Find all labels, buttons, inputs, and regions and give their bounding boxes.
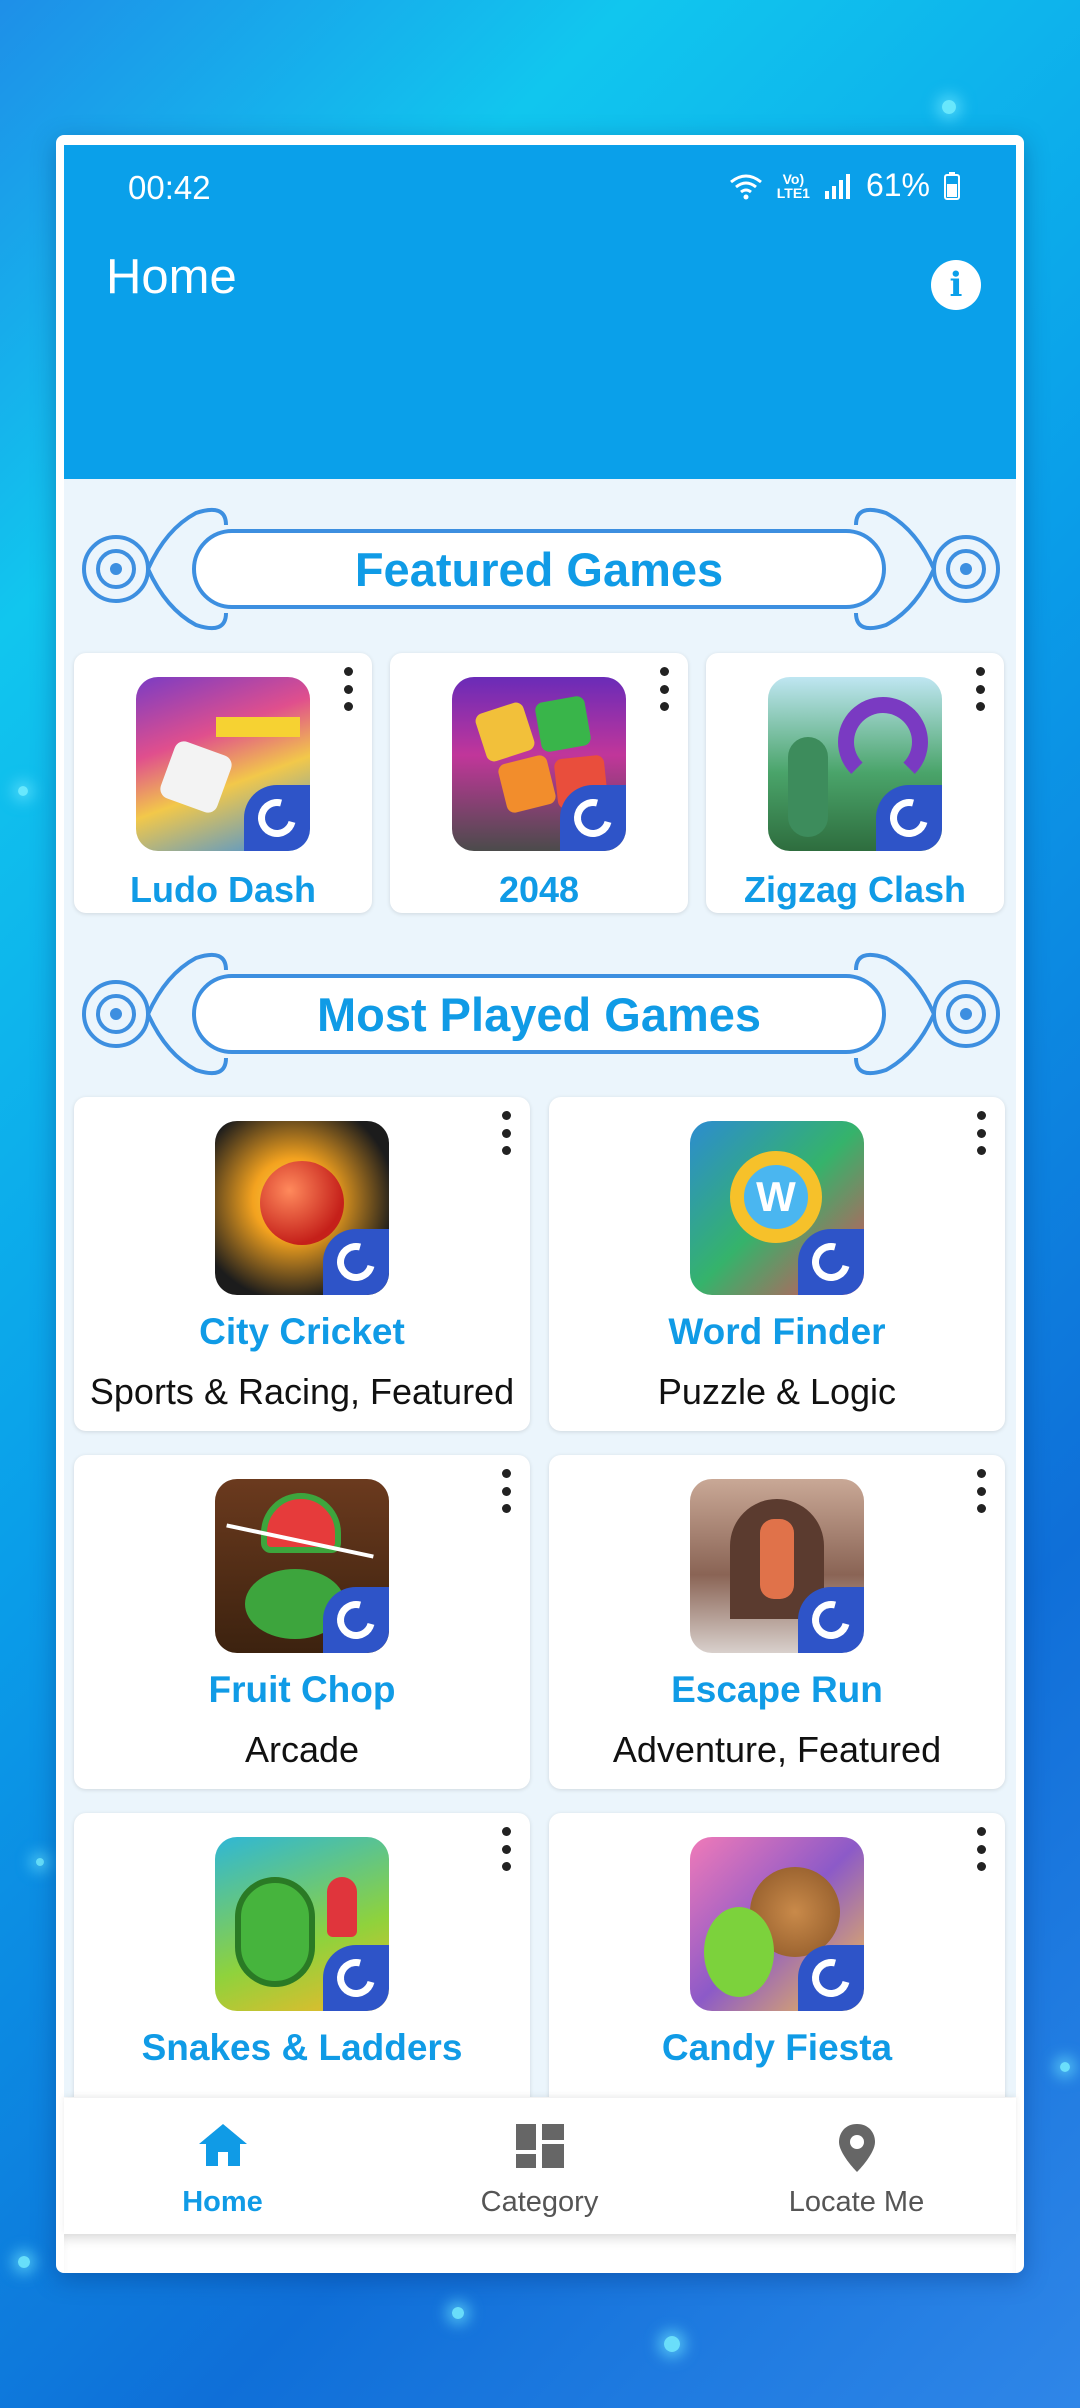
battery-percent: 61% (865, 167, 930, 203)
featured-heading-banner: Featured Games (76, 499, 1006, 639)
publisher-badge-icon (323, 1587, 389, 1653)
publisher-badge-icon (244, 785, 310, 851)
publisher-badge-icon (560, 785, 626, 851)
most-played-heading-banner: Most Played Games (76, 944, 1006, 1084)
status-icons: Vo) LTE1 61% (729, 167, 960, 204)
game-thumbnail (215, 1121, 389, 1295)
game-category: Adventure, Featured (612, 1729, 942, 1770)
nav-item-category[interactable]: Category (381, 2098, 698, 2234)
info-icon[interactable]: i (931, 260, 981, 310)
game-category: Puzzle & Logic (657, 1371, 897, 1412)
game-category: Arcade (244, 1729, 360, 1770)
phone-screen: 00:42 Vo) LTE1 61% Home i Featured Games… (56, 135, 1024, 2273)
game-thumbnail (136, 677, 310, 851)
publisher-badge-icon (798, 1229, 864, 1295)
more-options-icon[interactable] (975, 1469, 987, 1513)
bokeh-light (942, 100, 956, 114)
bokeh-light (18, 2256, 30, 2268)
category-icon (515, 2124, 564, 2168)
more-options-icon[interactable] (342, 667, 354, 711)
more-options-icon[interactable] (975, 1827, 987, 1871)
most-played-card-fruit-chop[interactable]: Fruit Chop Arcade (74, 1455, 530, 1789)
game-thumbnail (215, 1479, 389, 1653)
publisher-badge-icon (798, 1945, 864, 2011)
publisher-badge-icon (323, 1945, 389, 2011)
game-title: Candy Fiesta (661, 2027, 893, 2068)
bokeh-light (18, 786, 28, 796)
featured-heading-pill: Featured Games (192, 529, 886, 609)
main-content[interactable]: Featured Games Ludo Dash 2048 Zigzag Cla… (64, 479, 1016, 2097)
nav-item-home[interactable]: Home (64, 2098, 381, 2234)
status-bar: 00:42 Vo) LTE1 61% (64, 145, 1016, 255)
empty-area (64, 2234, 1016, 2273)
most-played-heading-pill: Most Played Games (192, 974, 886, 1054)
game-thumbnail (690, 1479, 864, 1653)
more-options-icon[interactable] (500, 1111, 512, 1155)
page-title: Home (106, 250, 237, 304)
bokeh-light (36, 1858, 44, 1866)
bokeh-light (1060, 2062, 1070, 2072)
game-thumbnail (215, 1837, 389, 2011)
most-played-heading: Most Played Games (316, 987, 762, 1041)
game-title: Snakes & Ladders (141, 2027, 463, 2068)
game-title: Ludo Dash (130, 869, 316, 910)
more-options-icon[interactable] (500, 1827, 512, 1871)
nav-label: Home (182, 2186, 263, 2218)
bokeh-light (664, 2336, 680, 2352)
publisher-badge-icon (876, 785, 942, 851)
most-played-card-candy-fiesta[interactable]: Candy Fiesta (549, 1813, 1005, 2097)
most-played-card-escape-run[interactable]: Escape Run Adventure, Featured (549, 1455, 1005, 1789)
nav-label: Locate Me (788, 2186, 925, 2218)
game-title: 2048 (498, 869, 580, 910)
featured-card-2048[interactable]: 2048 (390, 653, 688, 913)
game-title: Fruit Chop (208, 1669, 396, 1710)
game-title: Word Finder (668, 1311, 886, 1352)
nav-label: Category (480, 2186, 599, 2218)
publisher-badge-icon (798, 1587, 864, 1653)
most-played-card-city-cricket[interactable]: City Cricket Sports & Racing, Featured (74, 1097, 530, 1431)
volte-icon: Vo) LTE1 (776, 170, 810, 201)
nav-item-locate-me[interactable]: Locate Me (698, 2098, 1015, 2234)
game-category: Sports & Racing, Featured (89, 1371, 515, 1412)
featured-heading: Featured Games (354, 542, 724, 596)
game-thumbnail: W (690, 1121, 864, 1295)
publisher-badge-icon (323, 1229, 389, 1295)
game-thumbnail (768, 677, 942, 851)
game-thumbnail (690, 1837, 864, 2011)
battery-icon (944, 171, 960, 200)
most-played-card-snakes-ladders[interactable]: Snakes & Ladders (74, 1813, 530, 2097)
game-thumbnail (452, 677, 626, 851)
more-options-icon[interactable] (974, 667, 986, 711)
bottom-navigation: Home Category Locate Me (64, 2098, 1016, 2234)
more-options-icon[interactable] (975, 1111, 987, 1155)
bokeh-light (452, 2307, 464, 2319)
status-time: 00:42 (128, 169, 211, 206)
app-bar: 00:42 Vo) LTE1 61% Home i (64, 145, 1016, 479)
game-title: Zigzag Clash (743, 869, 967, 910)
most-played-card-word-finder[interactable]: W Word Finder Puzzle & Logic (549, 1097, 1005, 1431)
location-pin-icon (838, 2124, 875, 2172)
signal-icon (824, 173, 850, 199)
more-options-icon[interactable] (658, 667, 670, 711)
wifi-icon (729, 174, 762, 199)
featured-card-zigzag-clash[interactable]: Zigzag Clash (706, 653, 1004, 913)
featured-card-ludo-dash[interactable]: Ludo Dash (74, 653, 372, 913)
game-title: Escape Run (671, 1669, 883, 1710)
home-icon (198, 2124, 247, 2166)
game-title: City Cricket (199, 1311, 405, 1352)
more-options-icon[interactable] (500, 1469, 512, 1513)
